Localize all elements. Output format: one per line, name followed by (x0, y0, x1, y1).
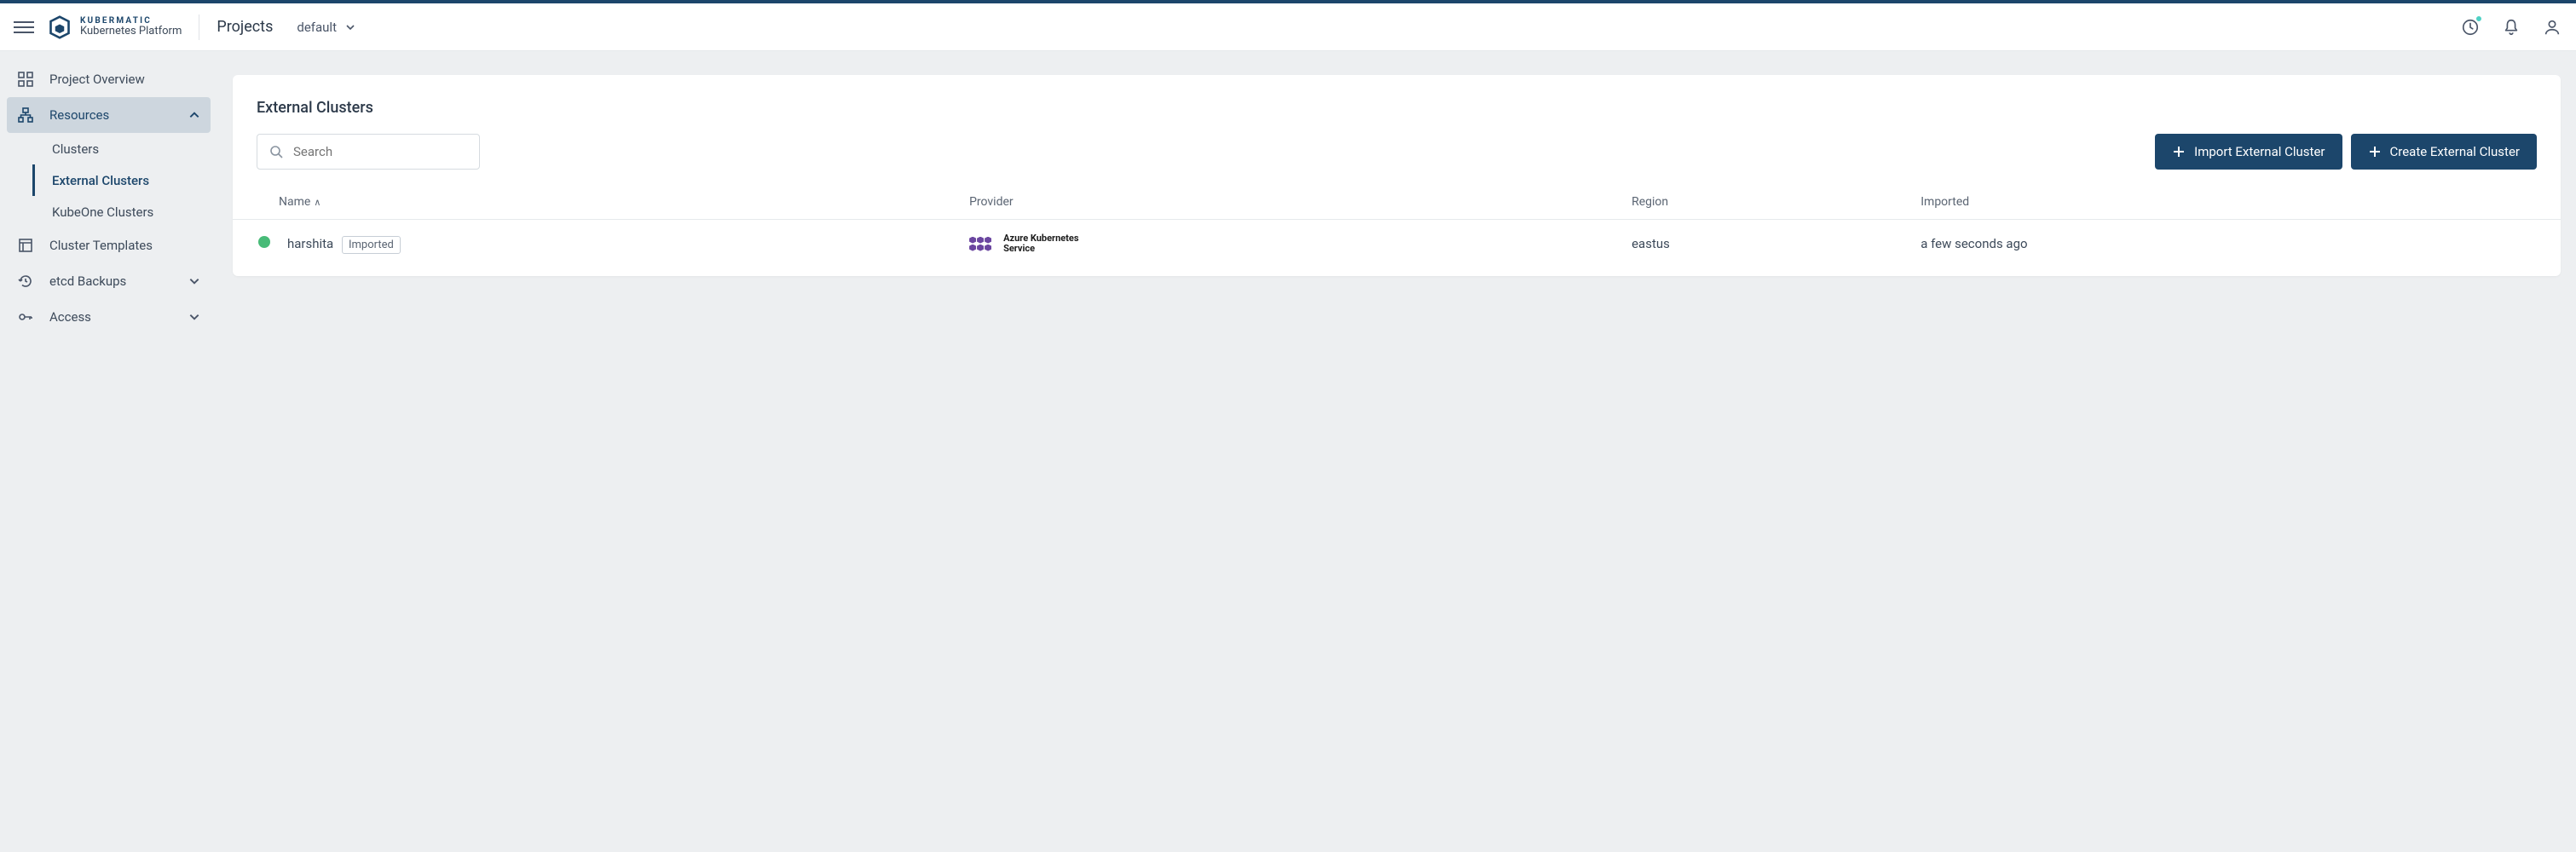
sidebar-item-cluster-templates[interactable]: Cluster Templates (7, 227, 211, 263)
kubermatic-logo-icon (48, 15, 72, 39)
chevron-down-icon (345, 22, 355, 32)
hierarchy-icon (17, 106, 34, 124)
region-value: eastus (1623, 220, 1912, 268)
notifications-button[interactable] (2501, 17, 2521, 37)
chevron-up-icon (188, 109, 200, 121)
sidebar-item-label: Resources (49, 107, 109, 123)
main-content: External Clusters Import External Cluste… (217, 51, 2576, 345)
sidebar-item-resources[interactable]: Resources (7, 97, 211, 133)
create-external-cluster-button[interactable]: Create External Cluster (2351, 134, 2538, 170)
external-clusters-card: External Clusters Import External Cluste… (233, 75, 2561, 276)
sidebar-item-label: etcd Backups (49, 273, 126, 289)
brand-subtitle: Kubernetes Platform (80, 26, 182, 37)
cluster-name: harshita (287, 236, 333, 251)
hamburger-menu-icon[interactable] (14, 17, 34, 37)
column-header-provider[interactable]: Provider (961, 185, 1623, 220)
chevron-down-icon (188, 311, 200, 323)
sidebar-item-etcd-backups[interactable]: etcd Backups (7, 263, 211, 299)
user-icon (2543, 18, 2562, 37)
notification-dot (2475, 15, 2482, 22)
button-label: Create External Cluster (2390, 144, 2521, 159)
search-input[interactable] (293, 144, 467, 159)
sidebar-item-access[interactable]: Access (7, 299, 211, 335)
templates-icon (17, 237, 34, 254)
bell-icon (2502, 18, 2521, 37)
brand-logo[interactable]: KUBERMATIC Kubernetes Platform (48, 15, 182, 39)
column-header-imported[interactable]: Imported (1912, 185, 2561, 220)
sidebar-item-label: Access (49, 309, 91, 325)
imported-value: a few seconds ago (1912, 220, 2561, 268)
user-menu-button[interactable] (2542, 17, 2562, 37)
chevron-down-icon (188, 275, 200, 287)
plus-icon (2172, 145, 2186, 158)
import-external-cluster-button[interactable]: Import External Cluster (2155, 134, 2342, 170)
sidebar-item-label: Project Overview (49, 72, 145, 87)
app-header: KUBERMATIC Kubernetes Platform Projects … (0, 3, 2576, 51)
project-selector[interactable]: default (297, 20, 355, 35)
changelog-button[interactable] (2460, 17, 2481, 37)
button-label: Import External Cluster (2194, 144, 2325, 159)
key-icon (17, 308, 34, 325)
clusters-table: Name∧ Provider Region Imported harshita … (233, 185, 2561, 268)
projects-link[interactable]: Projects (217, 18, 273, 36)
sort-ascending-icon: ∧ (314, 197, 321, 208)
provider-name-line2: Service (1003, 244, 1078, 254)
status-indicator-running (258, 236, 270, 248)
project-selected-value: default (297, 20, 337, 35)
history-icon (17, 273, 34, 290)
status-badge: Imported (342, 236, 401, 254)
page-title: External Clusters (257, 99, 2537, 117)
sidebar: Project Overview Resources Clusters Exte… (0, 51, 217, 345)
sidebar-item-project-overview[interactable]: Project Overview (7, 61, 211, 97)
search-box[interactable] (257, 134, 480, 170)
column-header-region[interactable]: Region (1623, 185, 1912, 220)
table-row[interactable]: harshita Imported Azure Kubernetes (233, 220, 2561, 268)
search-icon (269, 145, 283, 158)
sidebar-item-label: Cluster Templates (49, 238, 153, 253)
grid-icon (17, 71, 34, 88)
column-header-name[interactable]: Name∧ (279, 185, 961, 220)
sidebar-item-label: KubeOne Clusters (52, 204, 153, 220)
sidebar-item-clusters[interactable]: Clusters (32, 133, 211, 164)
sidebar-item-external-clusters[interactable]: External Clusters (32, 164, 211, 196)
sidebar-item-label: Clusters (52, 141, 99, 157)
sidebar-item-label: External Clusters (52, 173, 149, 188)
azure-aks-icon (969, 234, 995, 253)
plus-icon (2368, 145, 2382, 158)
sidebar-item-kubeone-clusters[interactable]: KubeOne Clusters (32, 196, 211, 227)
